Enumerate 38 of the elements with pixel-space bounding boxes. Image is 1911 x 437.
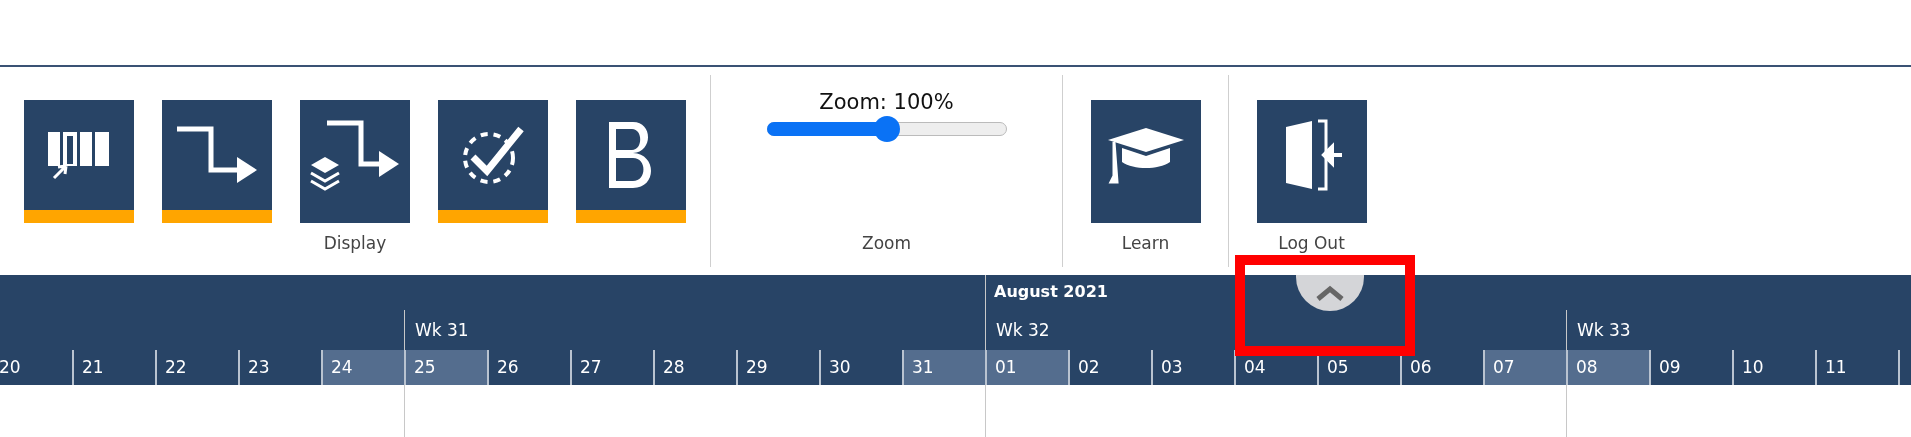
ribbon-button[interactable]	[1256, 100, 1367, 223]
day-cell: 01	[985, 350, 1068, 385]
day-cell: 08	[1566, 350, 1649, 385]
ribbon-button[interactable]	[1090, 100, 1201, 223]
day-cell: 25	[404, 350, 487, 385]
ribbon-button[interactable]	[300, 100, 410, 223]
day-cell: 29	[736, 350, 819, 385]
group-label: Zoom	[862, 233, 911, 253]
group-label: Learn	[1121, 233, 1170, 253]
day-cell: 02	[1068, 350, 1151, 385]
route-arrow-icon	[175, 125, 259, 185]
week-label: Wk 33	[1566, 310, 1898, 350]
day-cell: 20	[0, 350, 72, 385]
ribbon-button[interactable]	[162, 100, 272, 223]
day-cell: 26	[487, 350, 570, 385]
ribbon-button[interactable]	[24, 100, 134, 223]
ribbon-button[interactable]	[576, 100, 686, 223]
day-cell: 09	[1649, 350, 1732, 385]
zoom-level-label: Zoom: 100%	[819, 90, 954, 114]
day-cell: 03	[1151, 350, 1234, 385]
day-cell: 21	[72, 350, 155, 385]
day-cell: 10	[1732, 350, 1815, 385]
week-label: Wk 31	[404, 310, 985, 350]
dashed-check-icon	[461, 125, 525, 185]
day-cell: 24	[321, 350, 404, 385]
ribbon-button[interactable]	[438, 100, 548, 223]
day-cell: 07	[1483, 350, 1566, 385]
layers-route-icon	[309, 119, 401, 191]
day-cell: 22	[155, 350, 238, 385]
day-cell: 27	[570, 350, 653, 385]
day-cell: 11	[1815, 350, 1898, 385]
columns-icon	[48, 130, 110, 180]
zoom-slider[interactable]	[766, 116, 1007, 142]
chevron-up-icon	[1315, 285, 1345, 301]
day-cell: 28	[653, 350, 736, 385]
group-label: Log Out	[1278, 233, 1345, 253]
day-cell: 31	[902, 350, 985, 385]
group-label: Display	[323, 233, 387, 253]
